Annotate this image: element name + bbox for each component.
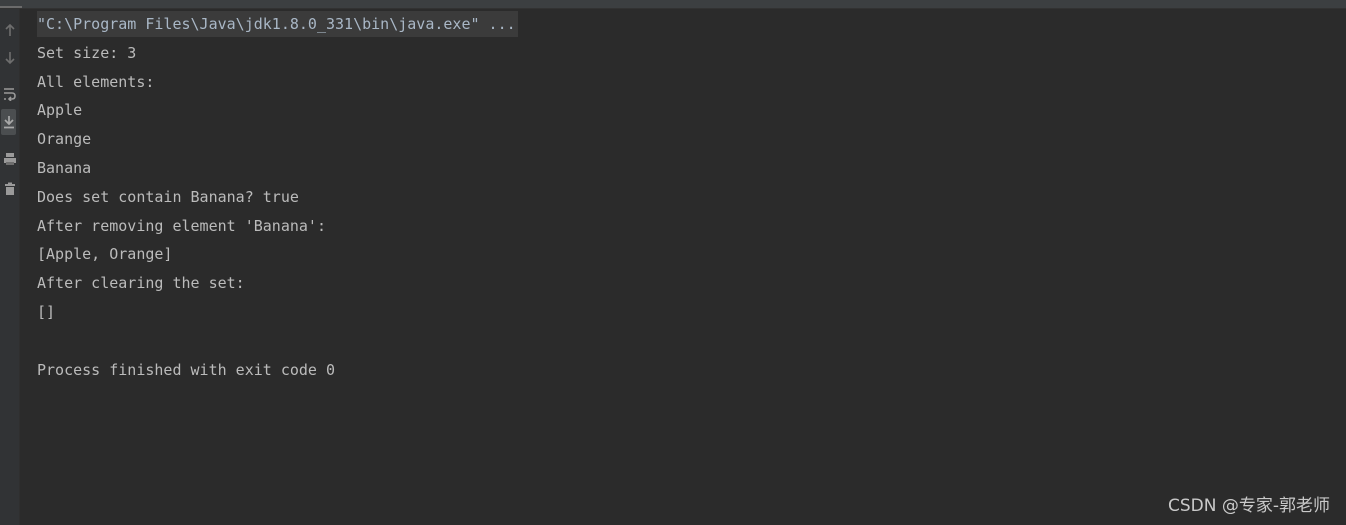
console-toolbar <box>0 9 20 525</box>
output-line: Apple <box>37 101 83 120</box>
console-window: "C:\Program Files\Java\jdk1.8.0_331\bin\… <box>0 0 1346 525</box>
arrow-down-icon[interactable] <box>0 45 19 71</box>
output-line: [Apple, Orange] <box>37 245 173 264</box>
tab-underline <box>0 6 22 8</box>
arrow-up-icon[interactable] <box>0 17 19 43</box>
output-line: [] <box>37 302 56 321</box>
output-line: All elements: <box>37 72 155 91</box>
scroll-to-end-icon[interactable] <box>1 109 16 135</box>
output-line: Set size: 3 <box>37 43 137 62</box>
output-line: Banana <box>37 158 92 177</box>
console-output[interactable]: "C:\Program Files\Java\jdk1.8.0_331\bin\… <box>37 10 1346 384</box>
print-icon[interactable] <box>0 146 19 172</box>
output-line: Does set contain Banana? true <box>37 187 299 206</box>
soft-wrap-icon[interactable] <box>0 81 19 107</box>
output-line: Orange <box>37 130 92 149</box>
process-exit-line: Process finished with exit code 0 <box>37 360 336 379</box>
output-line: After removing element 'Banana': <box>37 216 326 235</box>
output-line: After clearing the set: <box>37 274 245 293</box>
trash-icon[interactable] <box>0 176 19 202</box>
command-line-link[interactable]: "C:\Program Files\Java\jdk1.8.0_331\bin\… <box>37 11 518 37</box>
csdn-watermark: CSDN @专家-郭老师 <box>1167 496 1330 516</box>
tool-window-header <box>0 0 1346 9</box>
